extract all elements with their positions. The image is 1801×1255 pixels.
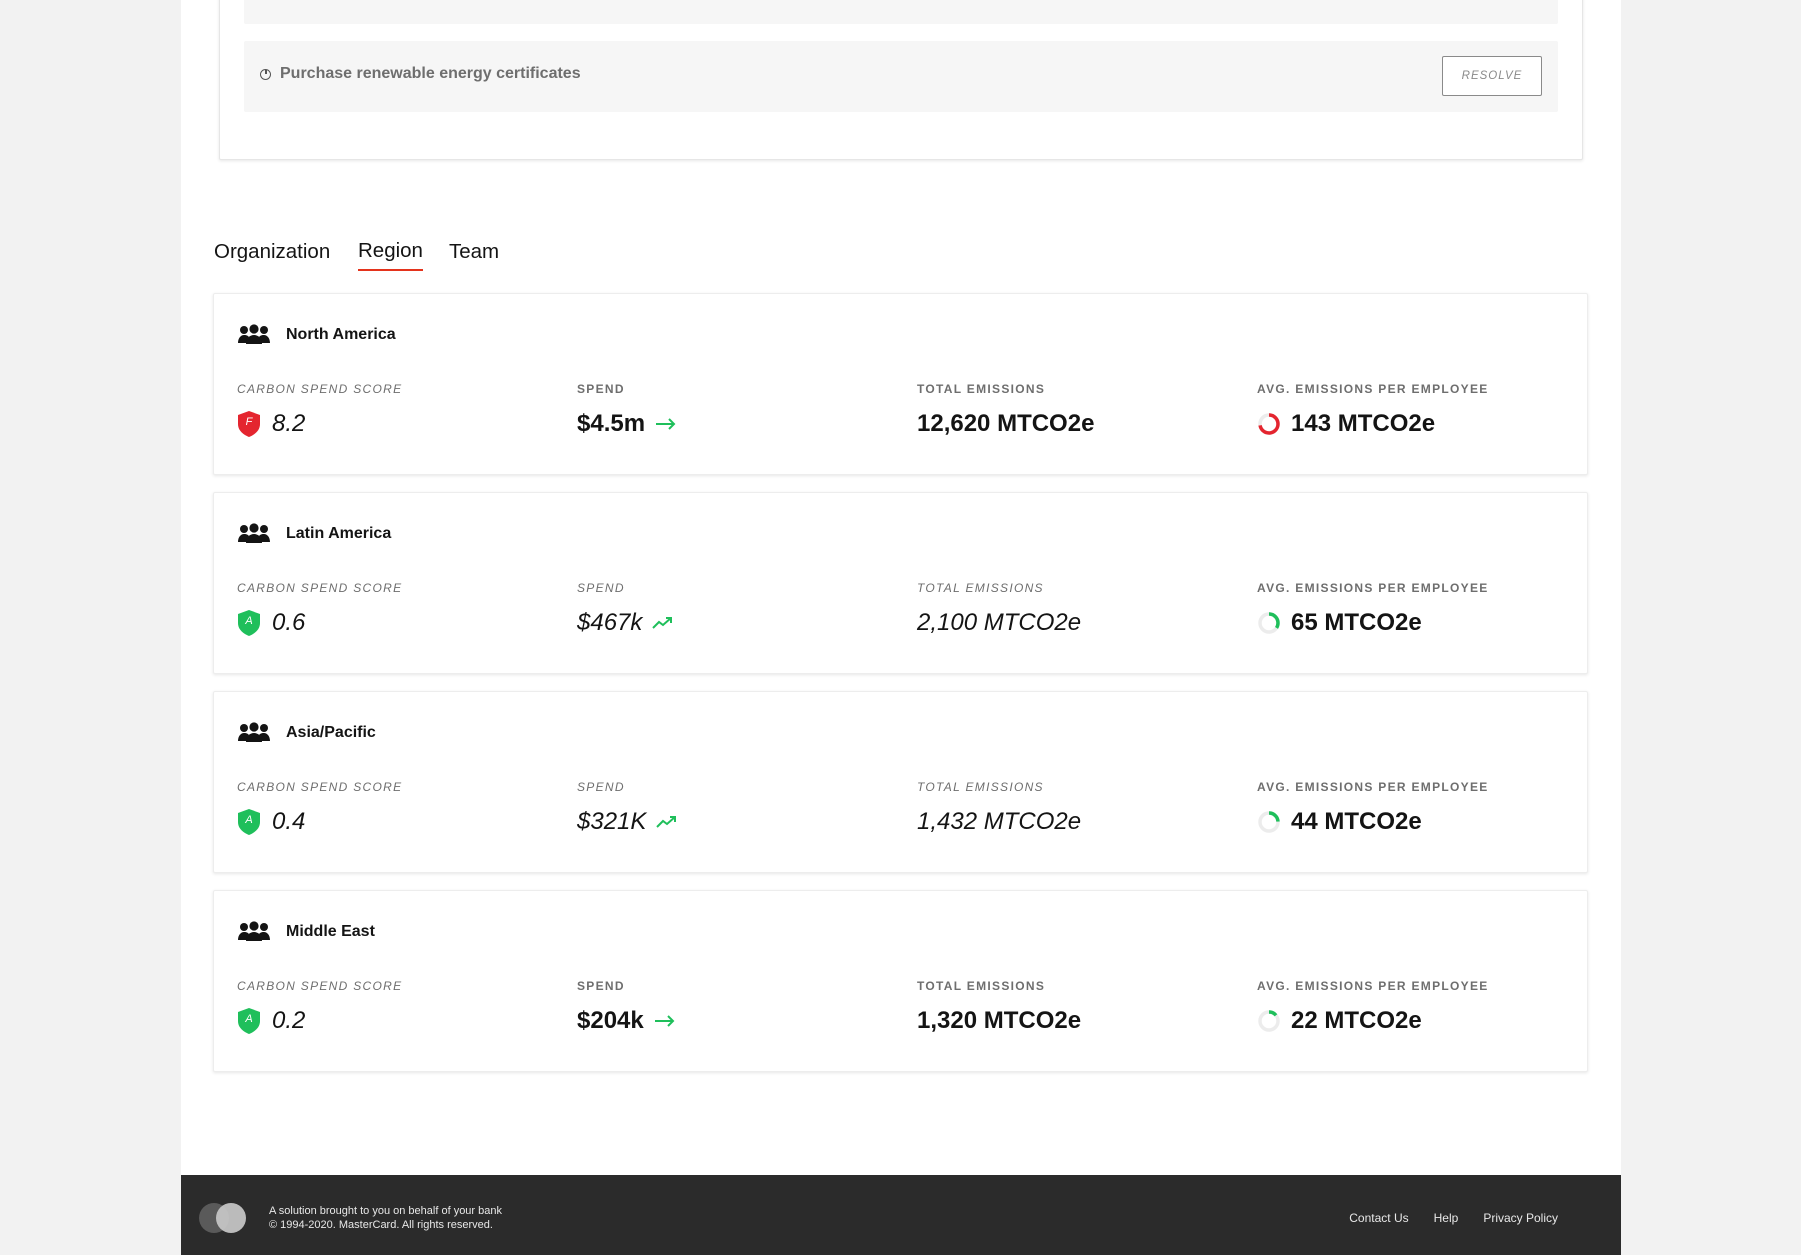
spend-value: $204k xyxy=(577,1007,644,1034)
avg-emissions-metric: AVG. EMISSIONS PER EMPLOYEE 44 MTCO2e xyxy=(1257,780,1577,835)
score-value: 0.6 xyxy=(272,609,306,636)
total-emissions-metric: TOTAL EMISSIONS 2,100 MTCO2e xyxy=(917,581,1237,636)
metric-label: CARBON SPEND SCORE xyxy=(237,979,403,993)
region-card[interactable]: Asia/Pacific CARBON SPEND SCORE A 0.4 SPEND $… xyxy=(213,691,1588,873)
metric-label: AVG. EMISSIONS PER EMPLOYEE xyxy=(1257,979,1489,993)
metric-label: AVG. EMISSIONS PER EMPLOYEE xyxy=(1257,382,1489,396)
team-icon xyxy=(238,324,270,344)
grade-letter: A xyxy=(245,1013,253,1025)
region-name: Latin America xyxy=(286,525,392,542)
metric-label: SPEND xyxy=(577,382,625,396)
progress-ring-icon xyxy=(1258,1010,1280,1032)
grade-letter: A xyxy=(245,615,253,627)
tab-team[interactable]: Team xyxy=(449,240,499,270)
team-icon xyxy=(238,722,270,742)
metric-label: TOTAL EMISSIONS xyxy=(917,581,1044,595)
total-emissions-metric: TOTAL EMISSIONS 1,320 MTCO2e xyxy=(917,979,1237,1034)
page: Purchase renewable energy certificates R… xyxy=(181,0,1621,1255)
metric-label: CARBON SPEND SCORE xyxy=(237,780,403,794)
trend-up-icon xyxy=(652,617,673,629)
carbon-spend-score: CARBON SPEND SCORE A 0.2 xyxy=(237,979,557,1034)
grade-shield-icon: A xyxy=(237,808,261,836)
spend-value: $467k xyxy=(577,609,643,636)
carbon-spend-score: CARBON SPEND SCORE F 8.2 xyxy=(237,382,557,437)
total-emissions-value: 12,620 MTCO2e xyxy=(917,410,1095,437)
tab-organization[interactable]: Organization xyxy=(214,240,330,270)
mastercard-logo-icon xyxy=(199,1203,246,1233)
trend-flat-icon xyxy=(656,418,676,430)
region-card[interactable]: Middle East CARBON SPEND SCORE A 0.2 SPEND $2… xyxy=(213,890,1588,1072)
total-emissions-metric: TOTAL EMISSIONS 12,620 MTCO2e xyxy=(917,382,1237,437)
privacy-policy-link[interactable]: Privacy Policy xyxy=(1483,1211,1558,1225)
team-icon xyxy=(238,523,270,543)
footer-legal: A solution brought to you on behalf of y… xyxy=(269,1204,502,1232)
spend-metric: SPEND $321K xyxy=(577,780,897,835)
footer-tagline: A solution brought to you on behalf of y… xyxy=(269,1205,502,1217)
metric-label: AVG. EMISSIONS PER EMPLOYEE xyxy=(1257,581,1489,595)
grade-letter: A xyxy=(245,814,253,826)
total-emissions-value: 1,320 MTCO2e xyxy=(917,1007,1082,1034)
region-card[interactable]: North America CARBON SPEND SCORE F 8.2 SPEND… xyxy=(213,293,1588,475)
metric-label: SPEND xyxy=(577,581,625,595)
total-emissions-value: 2,100 MTCO2e xyxy=(917,609,1082,636)
tab-region[interactable]: Region xyxy=(358,239,423,271)
region-name: North America xyxy=(286,326,396,343)
carbon-spend-score: CARBON SPEND SCORE A 0.4 xyxy=(237,780,557,835)
metric-label: TOTAL EMISSIONS xyxy=(917,382,1046,396)
pending-clock-icon xyxy=(260,69,271,80)
avg-emissions-value: 22 MTCO2e xyxy=(1291,1007,1422,1034)
metric-label: CARBON SPEND SCORE xyxy=(237,382,403,396)
avg-emissions-value: 44 MTCO2e xyxy=(1291,808,1422,835)
spend-metric: SPEND $467k xyxy=(577,581,897,636)
spend-value: $4.5m xyxy=(577,410,646,437)
avg-emissions-metric: AVG. EMISSIONS PER EMPLOYEE 65 MTCO2e xyxy=(1257,581,1577,636)
recommendation-item: Purchase renewable energy certificates R… xyxy=(244,41,1558,112)
trend-flat-icon xyxy=(654,1015,675,1027)
avg-emissions-metric: AVG. EMISSIONS PER EMPLOYEE 143 MTCO2e xyxy=(1257,382,1577,437)
region-card[interactable]: Latin America CARBON SPEND SCORE A 0.6 SPEND… xyxy=(213,492,1588,674)
metric-label: AVG. EMISSIONS PER EMPLOYEE xyxy=(1257,780,1489,794)
progress-ring-icon xyxy=(1258,413,1280,435)
resolve-button[interactable]: RESOLVE xyxy=(1442,56,1542,96)
recommendations-card: Purchase renewable energy certificates R… xyxy=(219,0,1583,160)
spend-metric: SPEND $204k xyxy=(577,979,897,1034)
metric-label: CARBON SPEND SCORE xyxy=(237,581,403,595)
metric-label: SPEND xyxy=(577,979,625,993)
total-emissions-value: 1,432 MTCO2e xyxy=(917,808,1082,835)
grade-shield-icon: A xyxy=(237,1007,261,1035)
avg-emissions-value: 143 MTCO2e xyxy=(1291,410,1436,437)
score-value: 0.4 xyxy=(272,808,306,835)
help-link[interactable]: Help xyxy=(1434,1211,1459,1225)
avg-emissions-metric: AVG. EMISSIONS PER EMPLOYEE 22 MTCO2e xyxy=(1257,979,1577,1034)
region-name: Asia/Pacific xyxy=(286,724,376,741)
spend-value: $321K xyxy=(577,808,647,835)
metric-label: TOTAL EMISSIONS xyxy=(917,979,1046,993)
grade-shield-icon: F xyxy=(237,410,261,438)
recommendation-text: Purchase renewable energy certificates xyxy=(280,65,581,82)
grade-letter: F xyxy=(245,416,253,428)
score-value: 0.2 xyxy=(272,1007,306,1034)
total-emissions-metric: TOTAL EMISSIONS 1,432 MTCO2e xyxy=(917,780,1237,835)
metric-label: SPEND xyxy=(577,780,625,794)
progress-ring-icon xyxy=(1258,612,1280,634)
avg-emissions-value: 65 MTCO2e xyxy=(1291,609,1422,636)
carbon-spend-score: CARBON SPEND SCORE A 0.6 xyxy=(237,581,557,636)
recommendation-item xyxy=(244,0,1558,24)
footer: A solution brought to you on behalf of y… xyxy=(181,1175,1621,1255)
progress-ring-icon xyxy=(1258,811,1280,833)
score-value: 8.2 xyxy=(272,410,306,437)
spend-metric: SPEND $4.5m xyxy=(577,382,897,437)
region-name: Middle East xyxy=(286,923,375,940)
team-icon xyxy=(238,921,270,941)
footer-copyright: © 1994-2020. MasterCard. All rights rese… xyxy=(269,1219,493,1231)
footer-links: Contact Us Help Privacy Policy xyxy=(1349,1211,1558,1225)
metric-label: TOTAL EMISSIONS xyxy=(917,780,1044,794)
trend-up-icon xyxy=(656,816,677,828)
contact-us-link[interactable]: Contact Us xyxy=(1349,1211,1408,1225)
grade-shield-icon: A xyxy=(237,609,261,637)
